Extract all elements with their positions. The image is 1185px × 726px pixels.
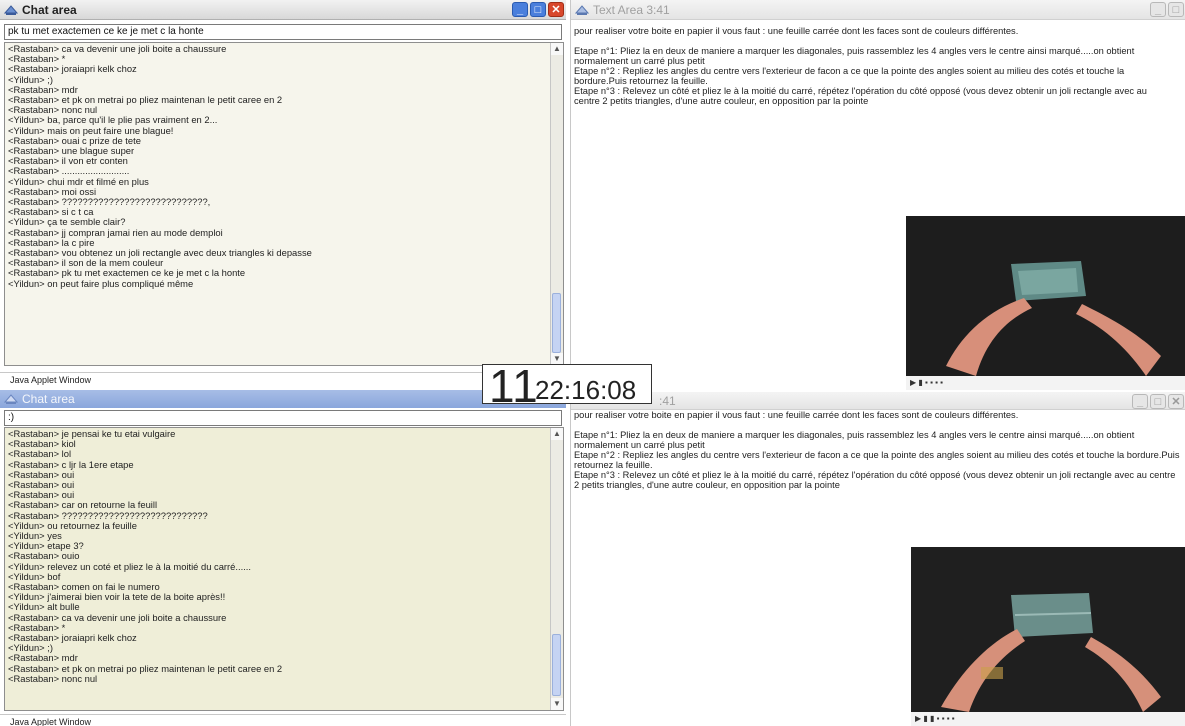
text-window-top-titlebar[interactable]: Text Area 3:41 _ □ bbox=[571, 0, 1185, 20]
minimize-icon[interactable]: _ bbox=[1132, 394, 1148, 409]
chat-message: <Rastaban> c ljr la 1ere etape bbox=[8, 458, 134, 470]
chat-log-top-scrollbar[interactable]: ▲ ▼ bbox=[550, 43, 563, 365]
instruction-paragraph bbox=[574, 420, 1182, 430]
instruction-paragraph: pour realiser votre boite en papier il v… bbox=[574, 410, 1019, 420]
chat-message: <Yildun> j'aimerai bien voir la tete de … bbox=[8, 591, 226, 603]
text-window-bottom: :41 _ □ ✕ pour realiser votre boite en p… bbox=[570, 392, 1185, 726]
instruction-paragraph: pour realiser votre boite en papier il v… bbox=[574, 26, 1019, 36]
maximize-icon[interactable]: □ bbox=[1168, 2, 1184, 17]
chat-message: <Yildun> on peut faire plus compliqué mê… bbox=[8, 277, 194, 289]
clock-time: 22:16:08 bbox=[535, 375, 637, 405]
text-window-top-title: Text Area 3:41 bbox=[593, 2, 670, 17]
chat-message: <Rastaban> nonc nul bbox=[8, 672, 98, 684]
video-controls-bottom[interactable]: ▶ ▮ ▮ ▪ ▪ ▪ ▪ bbox=[911, 712, 1185, 726]
hands-folding-paper-image bbox=[906, 216, 1185, 376]
close-icon[interactable]: ✕ bbox=[1168, 394, 1184, 409]
chat-input-bottom[interactable]: :) bbox=[4, 410, 562, 426]
chat-window-top: Chat area _ □ ✕ pk tu met exactemen ce k… bbox=[0, 0, 566, 387]
chat-message: <Yildun> relevez un coté et pliez le à l… bbox=[8, 560, 252, 572]
chat-message: <Rastaban> ca va devenir une joli boite … bbox=[8, 611, 227, 623]
video-controls-top[interactable]: ▶ ▮ ▪ ▪ ▪ ▪ bbox=[906, 376, 1185, 390]
instructions-text-bottom: pour realiser votre boite en papier il v… bbox=[574, 410, 1182, 490]
instruction-paragraph: Etape n°3 : Relevez un côté et pliez le … bbox=[574, 470, 1176, 490]
text-window-bottom-title: :41 bbox=[659, 393, 676, 408]
chat-window-top-title: Chat area bbox=[22, 2, 77, 17]
play-icon[interactable]: ▶ bbox=[915, 714, 921, 723]
clock-hour-large: 11 bbox=[489, 360, 539, 412]
chat-message: <Rastaban> joraiapri kelk choz bbox=[8, 632, 137, 644]
maximize-icon[interactable]: □ bbox=[1150, 394, 1166, 409]
chat-window-bottom: Chat area :) <Rastaban> je pensai ke tu … bbox=[0, 390, 566, 726]
instructions-text-top: pour realiser votre boite en papier il v… bbox=[574, 26, 1174, 106]
maximize-icon[interactable]: □ bbox=[530, 2, 546, 17]
chat-message: <Rastaban> je pensai ke tu etai vulgaire bbox=[8, 428, 176, 439]
chat-message: <Yildun> ;) bbox=[8, 642, 53, 654]
instruction-paragraph: Etape n°2 : Repliez les angles du centre… bbox=[574, 66, 1125, 86]
scroll-down-icon[interactable]: ▼ bbox=[551, 698, 563, 710]
instruction-paragraph: Etape n°1: Pliez la en deux de maniere a… bbox=[574, 430, 1135, 450]
instruction-paragraph: Etape n°3 : Relevez un côté et pliez le … bbox=[574, 86, 1147, 106]
chat-message: <Yildun> yes bbox=[8, 530, 62, 542]
minimize-icon[interactable]: _ bbox=[1150, 2, 1166, 17]
scroll-up-icon[interactable]: ▲ bbox=[551, 43, 563, 55]
hands-folding-paper-image bbox=[911, 547, 1185, 712]
app-window-icon bbox=[4, 394, 18, 404]
chat-message: <Yildun> etape 3? bbox=[8, 540, 84, 552]
origami-video-top[interactable]: ▶ ▮ ▪ ▪ ▪ ▪ bbox=[906, 216, 1185, 390]
chat-input-top[interactable]: pk tu met exactemen ce ke je met c la ho… bbox=[4, 24, 562, 40]
app-window-icon bbox=[4, 4, 18, 15]
chat-message: <Yildun> ;) bbox=[8, 73, 53, 85]
chat-message: <Rastaban> oui bbox=[8, 468, 75, 480]
origami-video-bottom[interactable]: ▶ ▮ ▮ ▪ ▪ ▪ ▪ bbox=[911, 547, 1185, 726]
scroll-up-icon[interactable]: ▲ bbox=[551, 428, 563, 440]
chat-window-top-titlebar[interactable]: Chat area _ □ ✕ bbox=[0, 0, 566, 20]
instruction-paragraph bbox=[574, 36, 1174, 46]
instruction-paragraph: Etape n°1: Pliez la en deux de maniere a… bbox=[574, 46, 1135, 66]
text-window-top: Text Area 3:41 _ □ pour realiser votre b… bbox=[570, 0, 1185, 390]
chat-log-bottom-scrollbar[interactable]: ▲ ▼ bbox=[550, 428, 563, 710]
app-window-icon bbox=[575, 4, 589, 15]
chat-message: <Rastaban> oui bbox=[8, 479, 75, 491]
chat-message: <Rastaban> ca va devenir une joli boite … bbox=[8, 43, 227, 54]
chat-window-bottom-title: Chat area bbox=[22, 392, 75, 406]
text-window-bottom-titlebar[interactable]: :41 _ □ ✕ bbox=[571, 392, 1185, 410]
chat-log-bottom: <Rastaban> je pensai ke tu etai vulgaire… bbox=[4, 427, 564, 711]
chat-message: <Rastaban> kiol bbox=[8, 438, 76, 450]
instruction-paragraph: Etape n°2 : Repliez les angles du centre… bbox=[574, 450, 1180, 470]
chat-log-top: <Rastaban> ca va devenir une joli boite … bbox=[4, 42, 564, 366]
close-icon[interactable]: ✕ bbox=[548, 2, 564, 17]
applet-status-bottom: Java Applet Window bbox=[0, 714, 566, 726]
play-icon[interactable]: ▶ bbox=[910, 378, 916, 387]
chat-message: <Rastaban> joraiapri kelk choz bbox=[8, 63, 137, 75]
minimize-icon[interactable]: _ bbox=[512, 2, 528, 17]
scroll-thumb[interactable] bbox=[552, 293, 561, 353]
clock-overlay: 11 22:16:08 bbox=[482, 360, 652, 412]
scroll-thumb[interactable] bbox=[552, 634, 561, 696]
chat-message: <Yildun> ou retournez la feuille bbox=[8, 519, 137, 531]
